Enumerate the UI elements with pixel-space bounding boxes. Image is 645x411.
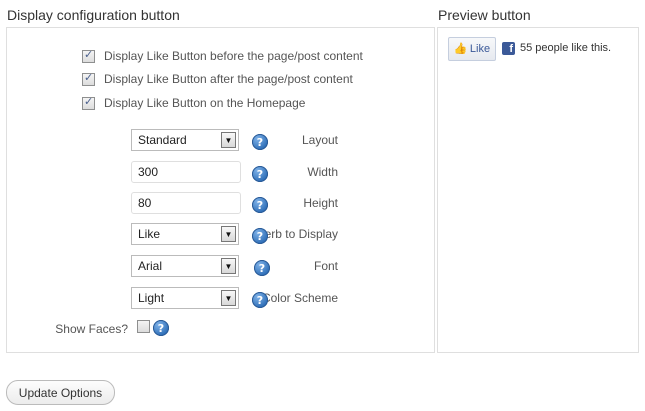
layout-select[interactable]: Standard ▼ (131, 129, 239, 151)
help-icon[interactable]: ? (252, 228, 268, 244)
checkbox-row-after-content[interactable]: Display Like Button after the page/post … (82, 71, 353, 86)
layout-label: Layout (301, 133, 338, 147)
checkbox-row-before-content[interactable]: Display Like Button before the page/post… (82, 48, 363, 63)
dropdown-arrow-icon[interactable]: ▼ (221, 226, 236, 242)
checkbox-checked-icon[interactable] (82, 95, 95, 110)
checkbox-checked-icon[interactable] (82, 71, 95, 86)
checkbox-row-homepage[interactable]: Display Like Button on the Homepage (82, 95, 306, 110)
dropdown-arrow-icon[interactable]: ▼ (221, 258, 236, 274)
dropdown-arrow-icon[interactable]: ▼ (221, 132, 236, 148)
font-label: Font (313, 259, 338, 273)
height-label: Height (303, 196, 338, 210)
preview-section-title: Preview button (438, 7, 531, 23)
verb-select[interactable]: Like ▼ (131, 223, 239, 245)
help-icon[interactable]: ? (252, 134, 268, 150)
checkbox-checked-icon[interactable] (82, 48, 95, 63)
like-count-text: 55 people like this. (520, 42, 612, 54)
checkbox-label-after-content: Display Like Button after the page/post … (104, 72, 353, 86)
layout-select-value: Standard (138, 133, 187, 147)
like-button[interactable]: 👍 Like (448, 37, 496, 61)
font-select[interactable]: Arial ▼ (131, 255, 239, 277)
show-faces-label: Show Faces? (55, 322, 128, 336)
color-scheme-select[interactable]: Light ▼ (131, 287, 239, 309)
help-icon[interactable]: ? (153, 320, 169, 336)
preview-panel (437, 27, 639, 353)
like-button-label: Like (469, 43, 491, 55)
thumbs-up-icon: 👍 (453, 42, 468, 55)
width-label: Width (307, 165, 338, 179)
help-icon[interactable]: ? (252, 166, 268, 182)
help-icon[interactable]: ? (252, 292, 268, 308)
checkbox-label-before-content: Display Like Button before the page/post… (104, 49, 363, 63)
height-input[interactable]: 80 (131, 192, 241, 214)
color-scheme-label: Color Scheme (261, 291, 338, 305)
color-scheme-select-value: Light (138, 291, 165, 305)
update-options-button[interactable]: Update Options (6, 380, 115, 405)
show-faces-checkbox[interactable] (137, 320, 150, 333)
config-section-title: Display configuration button (7, 7, 180, 23)
font-select-value: Arial (138, 259, 163, 273)
width-input[interactable]: 300 (131, 161, 241, 183)
verb-select-value: Like (138, 227, 161, 241)
dropdown-arrow-icon[interactable]: ▼ (221, 290, 236, 306)
checkbox-label-homepage: Display Like Button on the Homepage (104, 96, 306, 110)
facebook-icon: f (502, 42, 515, 55)
help-icon[interactable]: ? (252, 197, 268, 213)
verb-label: Verb to Display (257, 227, 338, 241)
help-icon[interactable]: ? (254, 260, 270, 276)
